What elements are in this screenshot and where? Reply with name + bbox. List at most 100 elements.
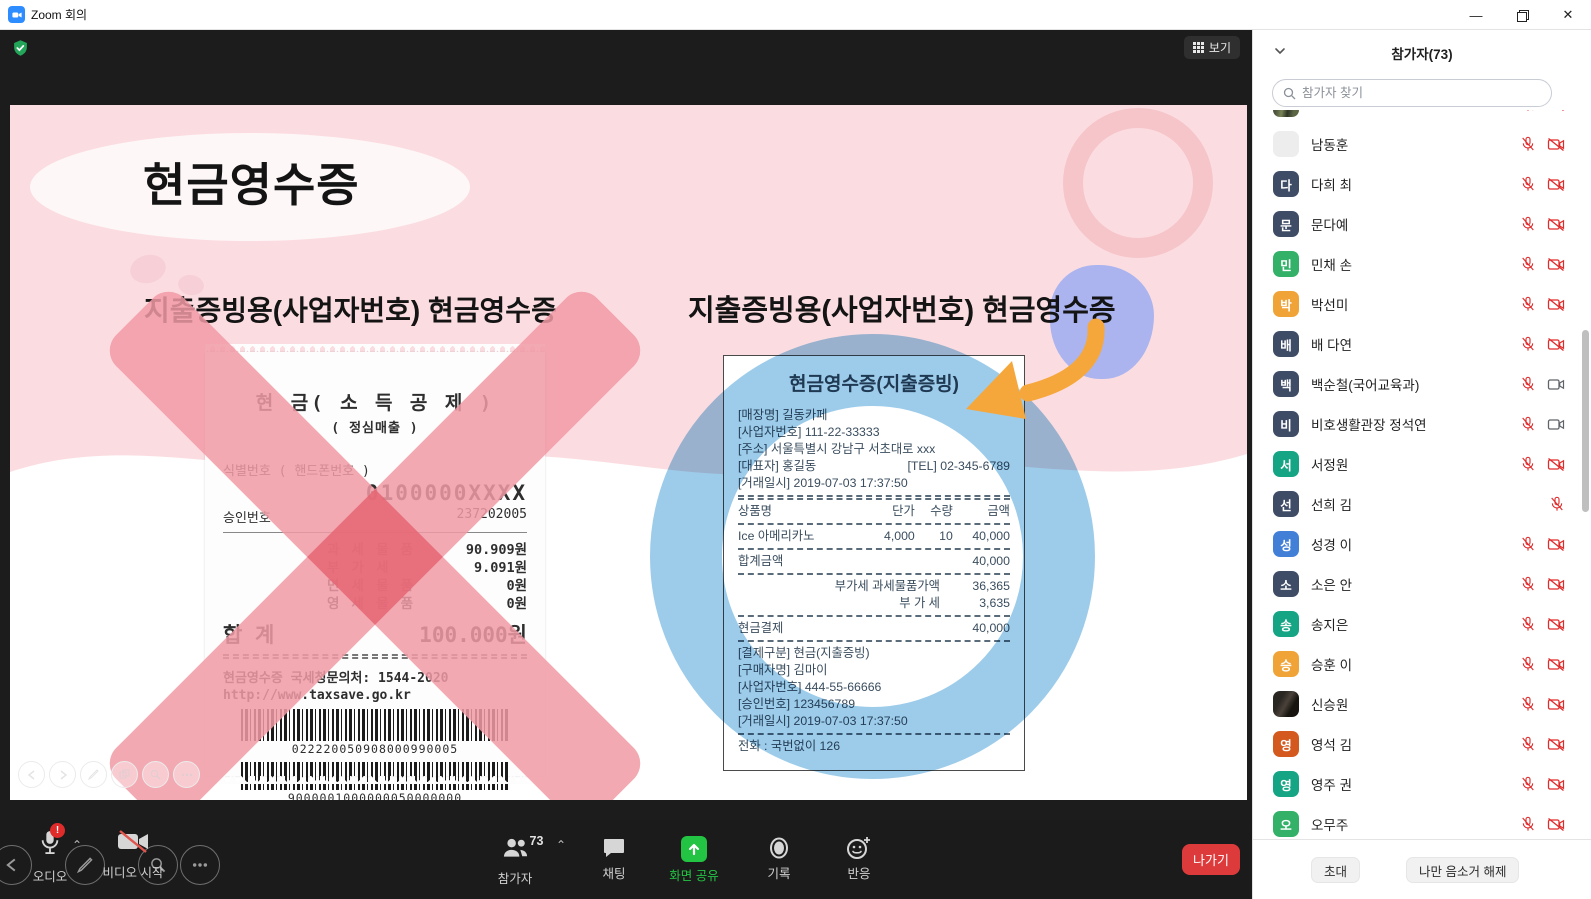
mic-muted-icon — [1520, 456, 1536, 472]
minimize-button[interactable]: — — [1453, 0, 1499, 30]
approval-line: [승인번호] 123456789 — [738, 696, 1010, 713]
participant-row[interactable]: 박 박선미 — [1253, 284, 1591, 324]
mic-muted-icon — [1520, 536, 1536, 552]
participant-row[interactable]: 영 영주 권 — [1253, 764, 1591, 804]
audio-button[interactable]: ! 오디오 — [28, 828, 72, 885]
participant-row[interactable]: 선 선희 김 — [1253, 484, 1591, 524]
reactions-icon — [846, 836, 872, 860]
collapse-chevron-icon[interactable] — [1273, 44, 1287, 63]
invite-button[interactable]: 초대 — [1311, 857, 1360, 883]
reactions-button[interactable]: 반응 — [835, 836, 883, 882]
overlay-more-button[interactable] — [180, 845, 220, 885]
prev-slide-button[interactable] — [18, 761, 45, 788]
participant-row[interactable]: 서 서정원 — [1253, 444, 1591, 484]
participant-row[interactable]: 민 민채 손 — [1253, 244, 1591, 284]
amount-row: 과 세 물 품90.909원 — [223, 541, 527, 559]
camera-off-icon — [1547, 657, 1565, 672]
camera-on-icon — [1547, 377, 1565, 392]
pen-tool-button[interactable] — [80, 761, 107, 788]
receipt-income-deduction: 현 금( 소 득 공 제 ) ( 정심매출 ) 식별번호 ( 핸드폰번호 ) 0… — [205, 352, 545, 776]
all-slides-button[interactable] — [111, 761, 138, 788]
avatar: 선 — [1273, 491, 1299, 517]
leave-button[interactable]: 나가기 — [1182, 844, 1240, 875]
security-shield-icon[interactable] — [12, 39, 29, 62]
participant-status-icons — [1520, 216, 1565, 232]
participant-name: 영주 권 — [1311, 774, 1520, 794]
participant-row[interactable]: 배 배 다연 — [1253, 324, 1591, 364]
camera-on-icon — [1547, 417, 1565, 432]
avatar: 영 — [1273, 771, 1299, 797]
participant-status-icons — [1520, 656, 1565, 672]
camera-off-icon — [1547, 257, 1565, 272]
participant-row[interactable]: 백 백순철(국어교육과) — [1253, 364, 1591, 404]
receipt-left-subtitle: ( 정심매출 ) — [223, 417, 527, 436]
participant-name: 박선미 — [1311, 294, 1520, 314]
avatar: 승 — [1273, 651, 1299, 677]
participant-status-icons — [1520, 110, 1565, 112]
unmute-self-button[interactable]: 나만 음소거 해제 — [1406, 857, 1519, 883]
avatar — [1273, 131, 1299, 157]
barcode-2-number: 9000001000000050000000 — [223, 791, 527, 800]
share-screen-button[interactable]: 화면 공유 — [658, 836, 730, 884]
cash-row: 현금결제 40,000 — [738, 620, 1010, 637]
participant-row[interactable]: 송 송지은 — [1253, 604, 1591, 644]
divider — [738, 548, 1010, 550]
participants-panel: 참가자(73) 남동훈 다 다희 최 문 문다예 민 민채 손 — [1252, 30, 1591, 899]
record-button[interactable]: 기록 — [757, 836, 801, 882]
participant-name: 백순철(국어교육과) — [1311, 374, 1520, 394]
right-receipt-heading: 지출증빙용(사업자번호) 현금영수증 — [688, 287, 1116, 329]
participant-status-icons — [1520, 176, 1565, 192]
decor-pink-ring — [1063, 108, 1213, 258]
participants-caret[interactable]: ⌃ — [556, 838, 566, 852]
participant-row[interactable]: 영 영석 김 — [1253, 724, 1591, 764]
participant-status-icons — [1520, 576, 1565, 592]
participant-row[interactable]: 오 오무주 — [1253, 804, 1591, 838]
approval-value: 237202005 — [457, 507, 527, 526]
participant-status-icons — [1520, 336, 1565, 352]
chat-button[interactable]: 채팅 — [592, 836, 636, 882]
scrollbar-thumb[interactable] — [1582, 330, 1589, 512]
record-icon — [767, 836, 791, 860]
avatar: 소 — [1273, 571, 1299, 597]
participant-row[interactable] — [1253, 110, 1591, 124]
share-screen-label: 화면 공유 — [669, 865, 718, 884]
mic-muted-icon — [1520, 616, 1536, 632]
mic-muted-icon — [1520, 736, 1536, 752]
camera-off-icon — [1547, 457, 1565, 472]
participant-row[interactable]: 성 성경 이 — [1253, 524, 1591, 564]
camera-off-icon — [1547, 617, 1565, 632]
subtotal-row: 합계금액 40,000 — [738, 553, 1010, 570]
mic-muted-icon — [1520, 176, 1536, 192]
participant-row[interactable]: 비 비호생활관장 정석연 — [1253, 404, 1591, 444]
barcode-1 — [241, 709, 509, 741]
more-options-button[interactable] — [173, 761, 200, 788]
participant-row[interactable]: 승 승훈 이 — [1253, 644, 1591, 684]
restore-button[interactable] — [1499, 0, 1545, 30]
participant-row[interactable]: 신승원 — [1253, 684, 1591, 724]
divider — [223, 654, 527, 659]
amount-row: 부 가 세9.091원 — [223, 559, 527, 577]
participant-row[interactable]: 남동훈 — [1253, 124, 1591, 164]
participant-search[interactable] — [1272, 79, 1552, 107]
amount-row: 면 세 물 품0원 — [223, 577, 527, 595]
camera-off-icon — [1547, 110, 1565, 112]
participant-status-icons — [1520, 816, 1565, 832]
participant-status-icons — [1549, 496, 1565, 512]
avatar: 문 — [1273, 211, 1299, 237]
next-slide-button[interactable] — [49, 761, 76, 788]
view-label: 보기 — [1209, 39, 1231, 56]
participant-status-icons — [1520, 696, 1565, 712]
participant-status-icons — [1520, 456, 1565, 472]
biz-no-line: [사업자번호] 444-55-66666 — [738, 679, 1010, 696]
participant-row[interactable]: 문 문다예 — [1253, 204, 1591, 244]
participant-name: 서정원 — [1311, 454, 1520, 474]
view-button[interactable]: 보기 — [1184, 36, 1240, 59]
zoom-tool-button[interactable] — [142, 761, 169, 788]
participants-button[interactable]: 73 참가자 — [478, 836, 552, 887]
participant-row[interactable]: 소 소은 안 — [1253, 564, 1591, 604]
mic-muted-icon — [1520, 376, 1536, 392]
participant-row[interactable]: 다 다희 최 — [1253, 164, 1591, 204]
video-button[interactable]: 비디오 시작 — [98, 828, 168, 881]
close-button[interactable]: ✕ — [1545, 0, 1591, 30]
search-input[interactable] — [1302, 86, 1541, 100]
